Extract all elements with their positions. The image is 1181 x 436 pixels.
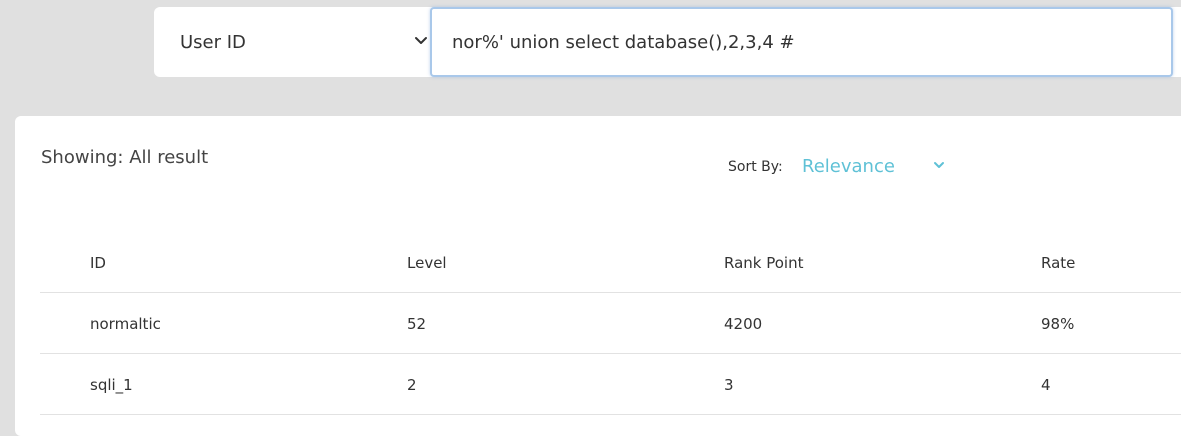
cell-level: 52 xyxy=(407,315,427,333)
search-input[interactable] xyxy=(430,7,1173,77)
sort-by-label: Sort By: xyxy=(728,159,783,175)
column-header-level: Level xyxy=(407,254,447,272)
cell-rate: 4 xyxy=(1041,376,1051,394)
table-header-row: ID Level Rank Point Rate xyxy=(40,232,1181,293)
chevron-down-icon xyxy=(415,37,427,44)
cell-rank-point: 3 xyxy=(724,376,734,394)
results-table: ID Level Rank Point Rate normaltic 52 42… xyxy=(40,232,1181,415)
cell-id: normaltic xyxy=(90,315,161,333)
search-bar: User ID xyxy=(154,7,1181,77)
column-header-rank-point: Rank Point xyxy=(724,254,804,272)
column-header-rate: Rate xyxy=(1041,254,1076,272)
table-row[interactable]: sqli_1 2 3 4 xyxy=(40,354,1181,415)
cell-rank-point: 4200 xyxy=(724,315,763,333)
showing-label: Showing: All result xyxy=(41,147,209,168)
cell-level: 2 xyxy=(407,376,417,394)
sort-chevron-down-icon[interactable] xyxy=(932,158,946,172)
search-field-label: User ID xyxy=(180,31,246,53)
table-row[interactable]: normaltic 52 4200 98% xyxy=(40,293,1181,354)
cell-rate: 98% xyxy=(1041,315,1075,333)
results-panel: Showing: All result Sort By: Relevance I… xyxy=(15,116,1181,436)
sort-select[interactable]: Relevance xyxy=(802,156,895,177)
search-field-select[interactable]: User ID xyxy=(154,7,430,77)
column-header-id: ID xyxy=(90,254,106,272)
cell-id: sqli_1 xyxy=(90,376,133,394)
